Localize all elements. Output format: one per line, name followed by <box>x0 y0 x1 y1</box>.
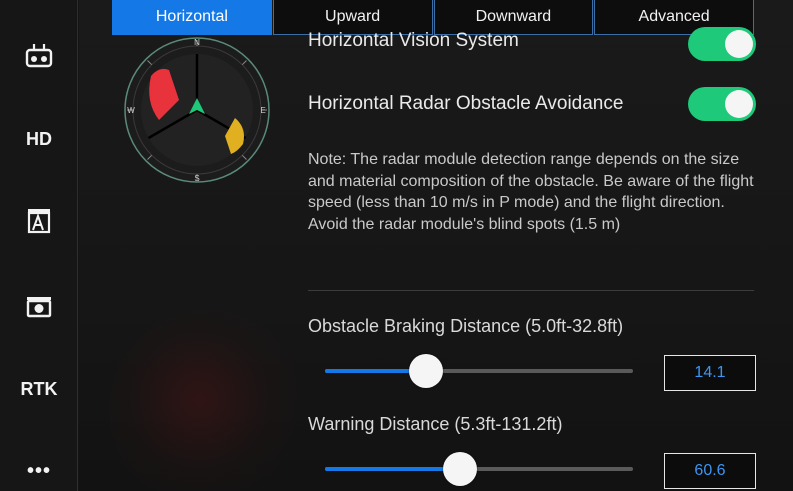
sidebar: HD RTK ••• <box>0 0 78 491</box>
compass-east: E <box>260 106 265 115</box>
camera-icon <box>24 290 54 325</box>
tab-label: Advanced <box>638 8 710 25</box>
braking-distance-input[interactable]: 14.1 <box>664 355 756 391</box>
radar-avoidance-toggle[interactable] <box>688 87 756 121</box>
compass-south: S <box>194 174 199 183</box>
compass-west: W <box>127 106 135 115</box>
radar-display: N E S W <box>123 36 271 184</box>
compass-north: N <box>194 38 200 47</box>
sidebar-item-label: RTK <box>20 378 58 399</box>
sidebar-item-label: HD <box>26 128 52 149</box>
toggle-knob <box>725 30 753 58</box>
braking-distance-slider[interactable] <box>325 354 633 388</box>
warning-distance-slider[interactable] <box>325 452 633 486</box>
tab-label: Horizontal <box>155 8 228 25</box>
radar-note: Note: The radar module detection range d… <box>308 151 754 233</box>
sidebar-item-remote-controller[interactable] <box>0 29 78 85</box>
remote-controller-icon <box>24 40 54 75</box>
slider-fill <box>325 467 461 471</box>
sidebar-item-rtk[interactable]: RTK <box>0 361 78 417</box>
tab-label: Downward <box>475 8 552 25</box>
vision-system-toggle[interactable] <box>688 27 756 61</box>
tab-horizontal[interactable]: Horizontal <box>112 0 272 35</box>
warning-distance-input[interactable]: 60.6 <box>664 453 756 489</box>
sidebar-item-hd[interactable]: HD <box>0 111 78 167</box>
radar-avoidance-label: Horizontal Radar Obstacle Avoidance <box>308 93 624 114</box>
slider-thumb[interactable] <box>408 354 443 388</box>
toggle-knob <box>725 90 753 118</box>
vision-system-label: Horizontal Vision System <box>308 30 519 51</box>
divider <box>308 290 754 291</box>
battery-icon <box>24 206 54 241</box>
warning-distance-label: Warning Distance (5.3ft-131.2ft) <box>308 414 563 434</box>
more-icon: ••• <box>26 459 51 482</box>
braking-distance-label: Obstacle Braking Distance (5.0ft-32.8ft) <box>308 316 624 336</box>
background-video-blur <box>109 310 309 491</box>
sidebar-item-more[interactable]: ••• <box>0 443 78 491</box>
tab-label: Upward <box>325 8 381 25</box>
sidebar-item-battery[interactable] <box>0 195 78 251</box>
sidebar-item-camera[interactable] <box>0 279 78 335</box>
